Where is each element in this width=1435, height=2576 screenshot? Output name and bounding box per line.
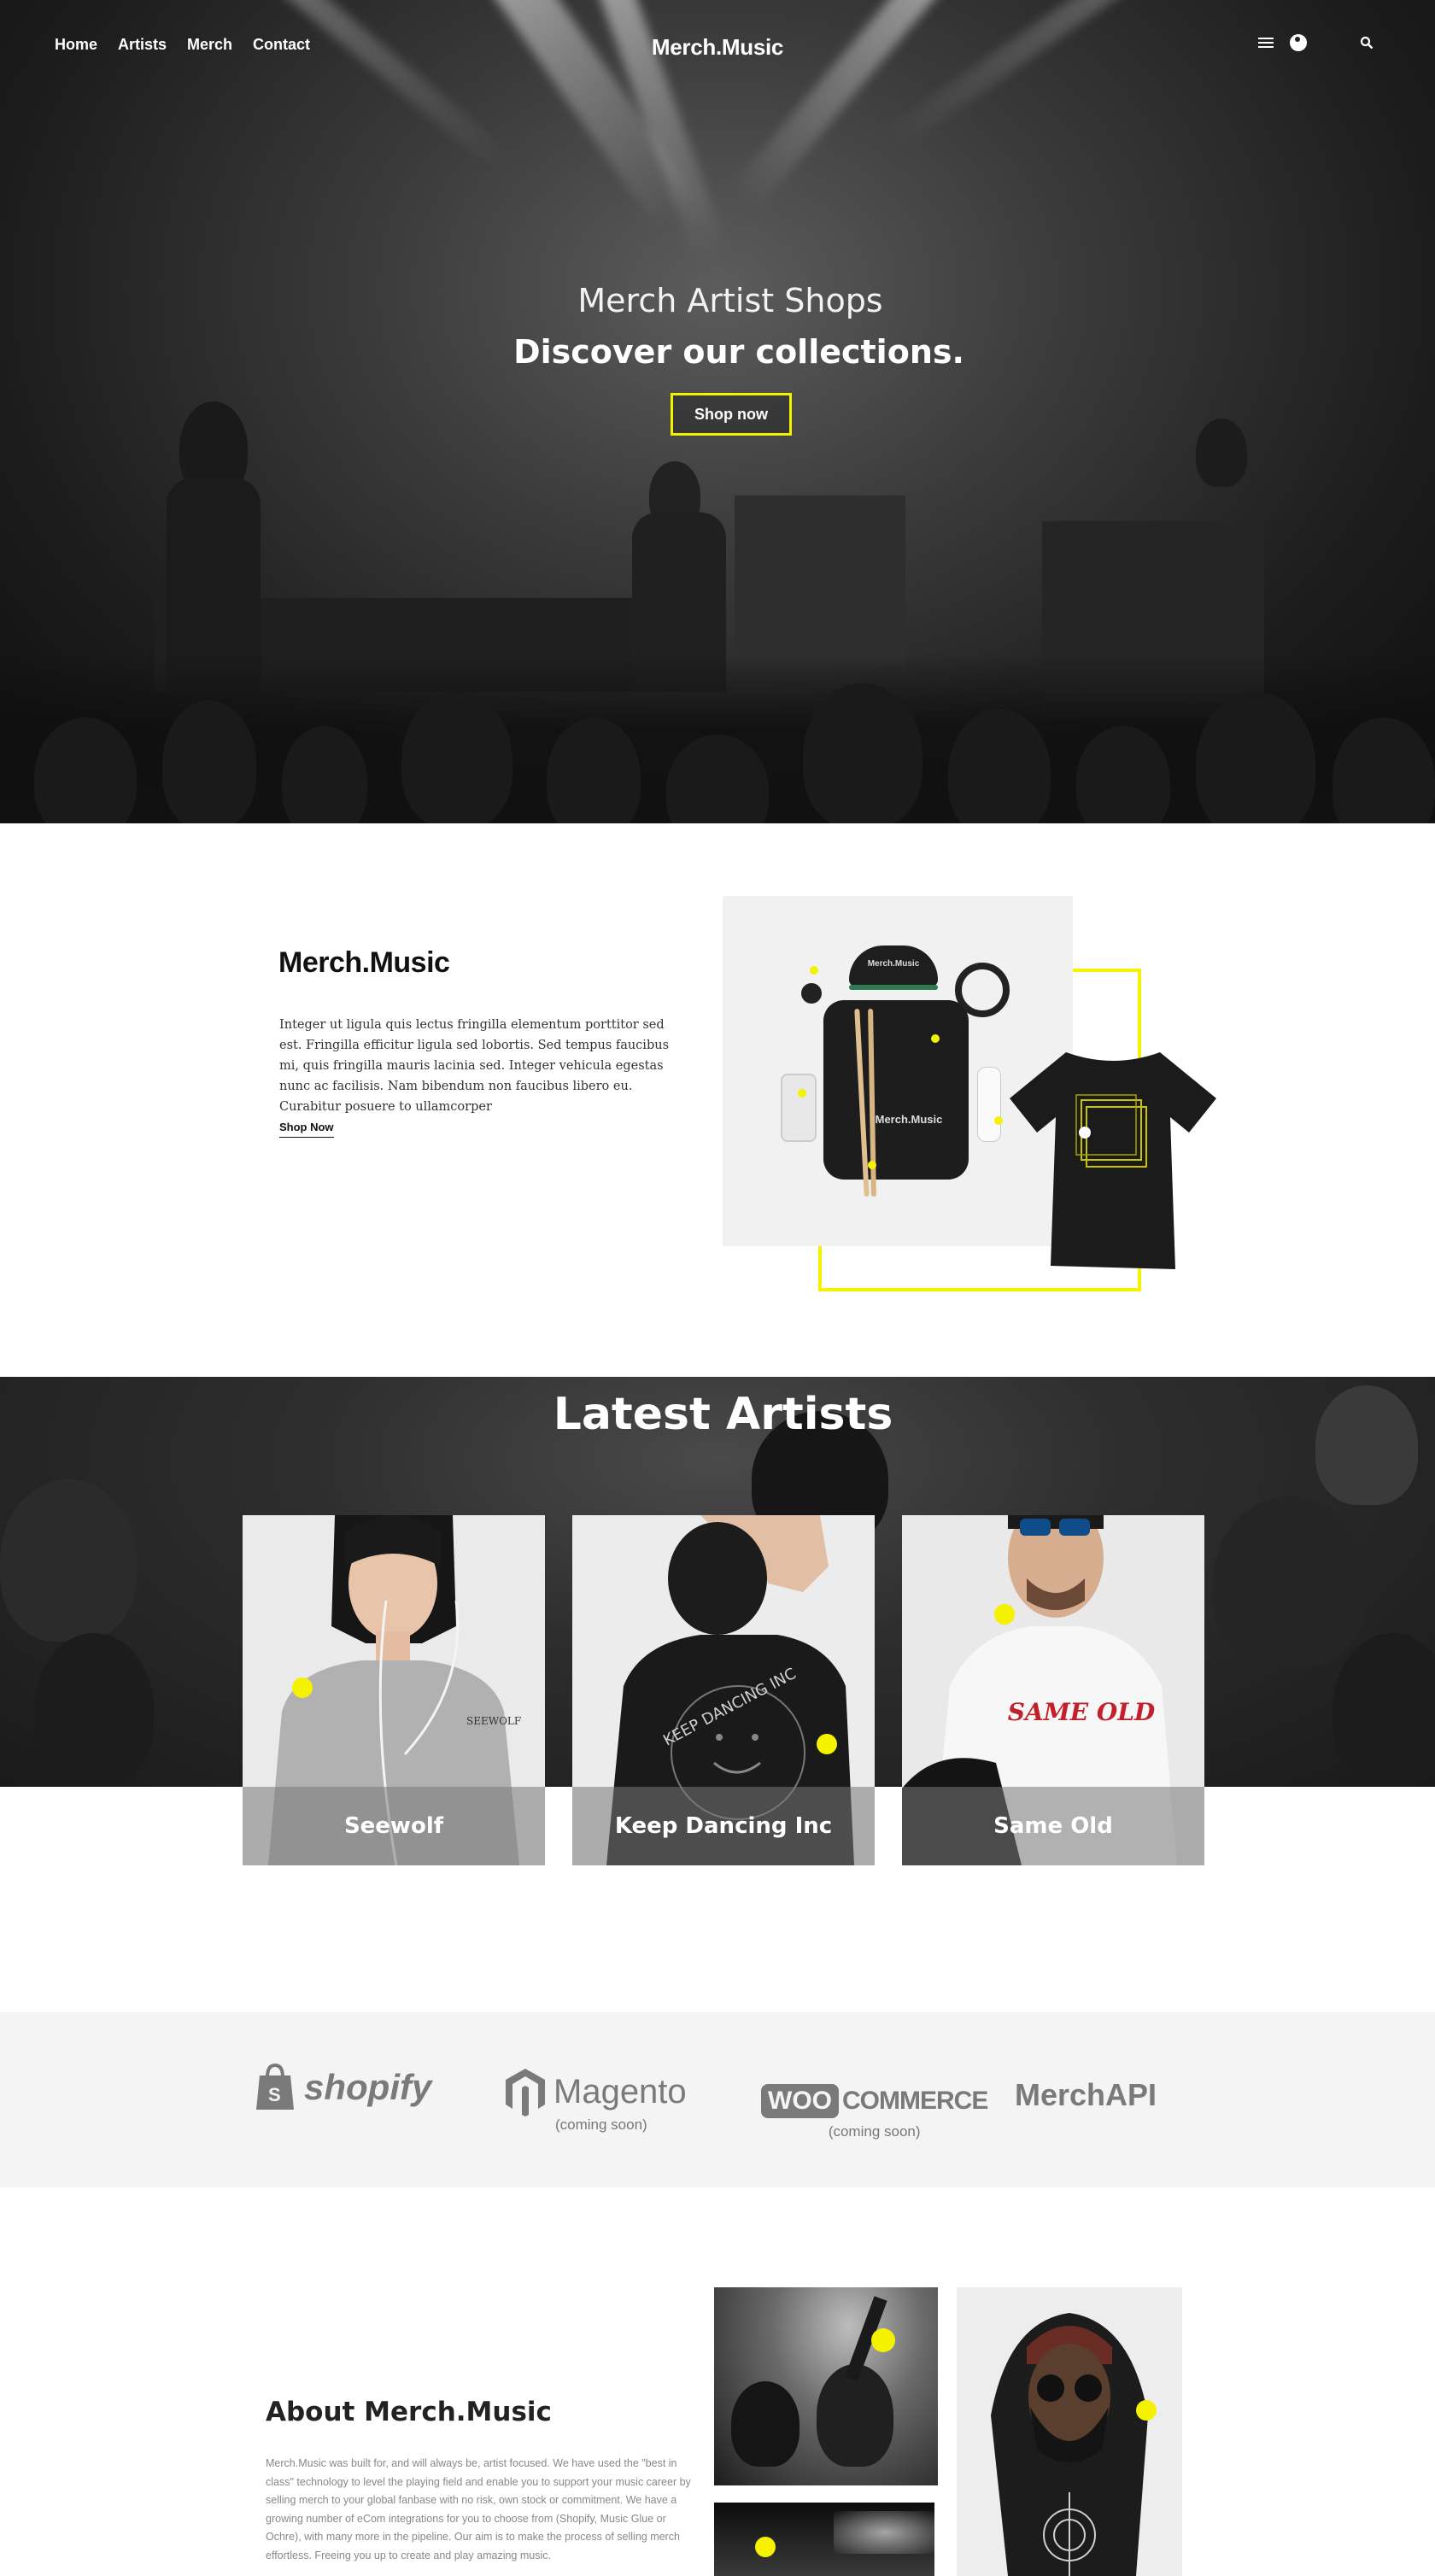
latest-artists-title: Latest Artists xyxy=(553,1389,893,1440)
artist-card-keep-dancing-inc[interactable]: KEEP DANCING INC Keep Dancing Inc xyxy=(572,1515,875,1865)
about-photo-model-hoodie xyxy=(957,2287,1182,2576)
partners-strip: S shopify Magento (coming soon) WOO COMM… xyxy=(0,2012,1435,2187)
hero-subtitle: Merch Artist Shops xyxy=(577,282,883,319)
cap-label: Merch.Music xyxy=(867,959,920,969)
magento-icon xyxy=(506,2069,545,2116)
artist-card-seewolf[interactable]: SEEWOLF Seewolf xyxy=(243,1515,545,1865)
shop-now-link[interactable]: Shop Now xyxy=(279,1121,334,1138)
seewolf-shirt-text: SEEWOLF xyxy=(466,1715,521,1727)
svg-text:S: S xyxy=(268,2084,281,2105)
tshirt-image xyxy=(1006,1047,1220,1273)
shop-now-button[interactable]: Shop now xyxy=(671,393,792,436)
about-photo-crowd xyxy=(714,2287,938,2485)
same-old-shirt-text: SAME OLD xyxy=(1008,1698,1156,1726)
artist-name: Seewolf xyxy=(243,1787,545,1865)
partner-merchapi[interactable]: MerchAPI xyxy=(1015,2077,1157,2113)
header-icons xyxy=(1257,34,1375,51)
about-text: Merch.Music was built for, and will alwa… xyxy=(266,2457,691,2561)
artist-name: Same Old xyxy=(902,1787,1204,1865)
partner-shopify[interactable]: S shopify xyxy=(255,2064,431,2111)
intro-logo: Merch.Music xyxy=(278,946,450,979)
partner-magento[interactable]: Magento (coming soon) xyxy=(504,2067,687,2134)
about-title: About Merch.Music xyxy=(266,2397,552,2427)
intro-text: Integer ut ligula quis lectus fringilla … xyxy=(279,1018,670,1114)
shopify-bag-icon: S xyxy=(256,2064,294,2110)
site-logo[interactable]: Merch.Music xyxy=(0,34,1435,61)
about-photo-concert xyxy=(714,2503,934,2576)
partner-woocommerce[interactable]: WOO COMMERCE (coming soon) xyxy=(761,2084,988,2140)
menu-icon[interactable] xyxy=(1257,34,1274,51)
user-icon[interactable] xyxy=(1290,34,1307,51)
backpack-label: Merch.Music xyxy=(875,1113,943,1126)
hero-section: Home Artists Merch Contact Merch.Music M… xyxy=(0,0,1435,823)
artist-card-same-old[interactable]: SAME OLD Same Old xyxy=(902,1515,1204,1865)
search-icon[interactable] xyxy=(1358,34,1375,51)
hero-title: Discover our collections. xyxy=(513,333,964,371)
artist-name: Keep Dancing Inc xyxy=(572,1787,875,1865)
